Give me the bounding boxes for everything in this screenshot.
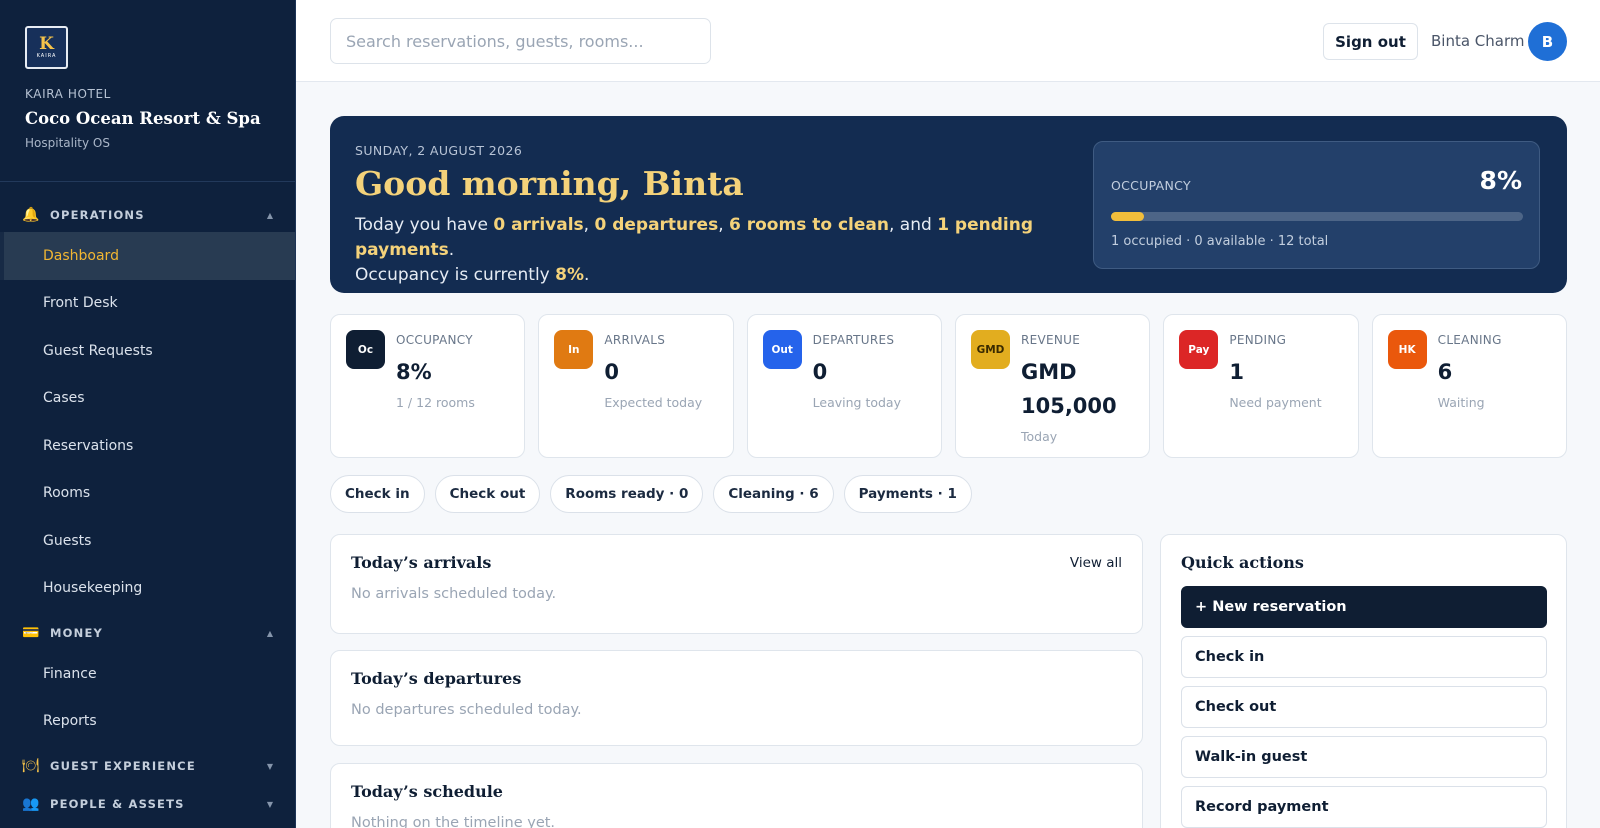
check-in-button[interactable]: Check in [1181, 636, 1547, 678]
plate-icon: 🍽 [22, 758, 40, 774]
stat-subtext: 1 / 12 rooms [396, 395, 475, 410]
occupancy-value: 8% [1479, 166, 1522, 195]
pending-badge-icon: Pay [1179, 330, 1219, 369]
daily-summary: Today you have 0 arrivals, 0 departures,… [355, 215, 1034, 285]
stat-card-departures[interactable]: Out DEPARTURES 0 Leaving today [746, 314, 942, 458]
section-operations[interactable]: 🔔 OPERATIONS ▲ [0, 198, 295, 232]
search-input[interactable] [330, 18, 711, 64]
avatar[interactable]: B [1528, 22, 1567, 61]
cleaning-badge-icon: HK [1387, 330, 1427, 369]
stat-value: 0 [812, 360, 828, 384]
stat-value: 0 [604, 360, 619, 384]
stat-card-revenue[interactable]: GMD REVENUE GMD 105,000 Today [954, 314, 1151, 458]
stat-cards: Oc OCCUPANCY 8% 1 / 12 rooms In ARRIVALS… [330, 314, 1567, 458]
brand: K KAIRA KAIRA HOTEL Coco Ocean Resort & … [0, 0, 295, 182]
walk-in-guest-button[interactable]: Walk-in guest [1181, 736, 1547, 778]
schedule-panel: Today’s schedule Nothing on the timeline… [330, 763, 1143, 828]
view-all-arrivals-link[interactable]: View all [1070, 555, 1122, 571]
empty-state: No departures scheduled today. [351, 702, 582, 718]
empty-state: Nothing on the timeline yet. [351, 815, 556, 828]
occupancy-breakdown: 1 occupied · 0 available · 12 total [1111, 234, 1329, 249]
occupancy-progress-fill [1111, 212, 1144, 221]
new-reservation-button[interactable]: + New reservation [1181, 586, 1547, 628]
stat-label: ARRIVALS [604, 333, 666, 347]
hotel-logo: K KAIRA [25, 26, 68, 69]
empty-state: No arrivals scheduled today. [351, 586, 557, 602]
bell-icon: 🔔 [22, 207, 40, 223]
sidebar-item-dashboard[interactable]: Dashboard [0, 232, 295, 280]
brand-subtitle: Hospitality OS [25, 136, 110, 150]
chip-cleaning[interactable]: Cleaning · 6 [713, 475, 834, 513]
quick-filter-chips: Check in Check out Rooms ready · 0 Clean… [330, 475, 972, 513]
sidebar-item-front-desk[interactable]: Front Desk [0, 280, 295, 328]
section-money[interactable]: 💳 MONEY ▲ [0, 616, 295, 650]
people-icon: 👥 [22, 796, 40, 812]
stat-subtext: Waiting [1437, 395, 1485, 410]
stat-card-cleaning[interactable]: HK CLEANING 6 Waiting [1371, 314, 1567, 458]
record-payment-button[interactable]: Record payment [1181, 786, 1547, 828]
occupancy-label: OCCUPANCY [1111, 178, 1191, 193]
stat-subtext: Leaving today [812, 395, 901, 410]
stat-subtext: Expected today [604, 395, 703, 410]
panel-title: Today’s departures [351, 669, 522, 688]
stat-label: DEPARTURES [812, 333, 895, 347]
chip-check-in[interactable]: Check in [330, 475, 425, 513]
stat-label: PENDING [1229, 333, 1287, 347]
stat-subtext: Today [1020, 429, 1058, 444]
chip-payments[interactable]: Payments · 1 [843, 475, 972, 513]
stat-value: GMD 105,000 [1020, 360, 1117, 418]
stat-label: OCCUPANCY [396, 333, 473, 347]
sidebar-item-reports[interactable]: Reports [0, 698, 295, 746]
sidebar: K KAIRA KAIRA HOTEL Coco Ocean Resort & … [0, 0, 296, 828]
stat-card-occupancy[interactable]: Oc OCCUPANCY 8% 1 / 12 rooms [330, 314, 526, 458]
user-name: Binta Charm [1431, 32, 1525, 50]
chevron-up-icon: ▲ [266, 628, 273, 638]
sidebar-item-guests[interactable]: Guests [0, 517, 295, 565]
sidebar-item-finance[interactable]: Finance [0, 650, 295, 698]
panel-title: Today’s schedule [351, 782, 503, 801]
departures-badge-icon: Out [762, 330, 802, 369]
stat-label: REVENUE [1020, 333, 1081, 347]
stat-card-pending[interactable]: Pay PENDING 1 Need payment [1163, 314, 1359, 458]
section-people-assets[interactable]: 👥 PEOPLE & ASSETS ▼ [0, 787, 295, 821]
departures-panel: Today’s departures No departures schedul… [330, 650, 1143, 746]
welcome-banner: SUNDAY, 2 AUGUST 2026 Good morning, Bint… [330, 116, 1567, 293]
quick-actions-panel: Quick actions + New reservation Check in… [1160, 534, 1567, 828]
chip-check-out[interactable]: Check out [434, 475, 541, 513]
sidebar-item-reservations[interactable]: Reservations [0, 422, 295, 470]
occupancy-card: OCCUPANCY 8% 1 occupied · 0 available · … [1093, 141, 1540, 269]
stat-value: 8% [396, 360, 432, 384]
chevron-down-icon: ▼ [266, 799, 273, 809]
panel-title: Today’s arrivals [351, 553, 492, 572]
sidebar-item-cases[interactable]: Cases [0, 375, 295, 423]
brand-name: Coco Ocean Resort & Spa [25, 109, 261, 128]
chevron-up-icon: ▲ [266, 210, 273, 220]
chevron-down-icon: ▼ [266, 761, 273, 771]
stat-label: CLEANING [1437, 333, 1502, 347]
sidebar-item-guest-requests[interactable]: Guest Requests [0, 327, 295, 375]
arrivals-panel: Today’s arrivals View all No arrivals sc… [330, 534, 1143, 634]
section-guest-experience[interactable]: 🍽 GUEST EXPERIENCE ▼ [0, 749, 295, 783]
arrivals-badge-icon: In [554, 330, 594, 369]
sidebar-item-rooms[interactable]: Rooms [0, 470, 295, 518]
sidebar-item-housekeeping[interactable]: Housekeeping [0, 565, 295, 613]
stat-value: 1 [1229, 360, 1244, 384]
revenue-badge-icon: GMD [970, 330, 1010, 369]
occupancy-progress-bar [1111, 212, 1523, 221]
panel-title: Quick actions [1181, 553, 1304, 572]
stat-card-arrivals[interactable]: In ARRIVALS 0 Expected today [538, 314, 734, 458]
chip-rooms-ready[interactable]: Rooms ready · 0 [550, 475, 704, 513]
check-out-button[interactable]: Check out [1181, 686, 1547, 728]
topbar: Sign out Binta Charm B [296, 0, 1600, 82]
brand-kicker: KAIRA HOTEL [25, 87, 111, 101]
stat-subtext: Need payment [1229, 395, 1322, 410]
occupancy-badge-icon: Oc [346, 330, 385, 369]
sign-out-button[interactable]: Sign out [1323, 23, 1418, 60]
card-icon: 💳 [22, 625, 40, 641]
stat-value: 6 [1437, 360, 1453, 384]
